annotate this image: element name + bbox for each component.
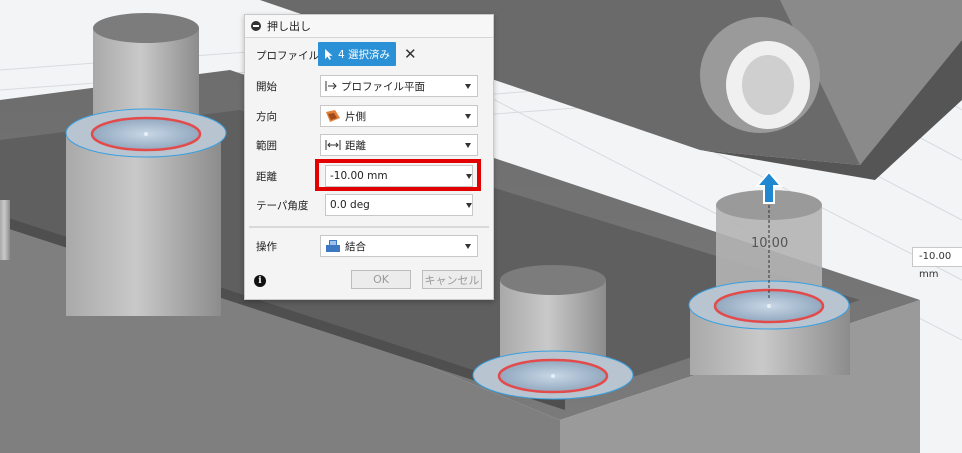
start-dropdown[interactable]: プロファイル平面 bbox=[320, 75, 478, 97]
dialog-title: 押し出し bbox=[267, 20, 311, 33]
ok-button[interactable]: OK bbox=[351, 270, 411, 289]
cursor-icon bbox=[324, 48, 333, 60]
extrude-dialog: 押し出し プロファイル 4 選択済み ✕ 開始 プロファイル平面 方向 片側 範… bbox=[244, 14, 494, 300]
info-icon[interactable]: i bbox=[254, 275, 266, 287]
row-direction: 方向 片側 bbox=[245, 103, 493, 129]
row-extent: 範囲 距離 bbox=[245, 132, 493, 158]
divider bbox=[249, 226, 489, 228]
extent-value: 距離 bbox=[345, 139, 366, 152]
operation-label: 操作 bbox=[256, 240, 277, 253]
taper-input[interactable]: 0.0 deg bbox=[325, 194, 473, 216]
chevron-down-icon bbox=[465, 84, 471, 89]
boss-cylinder-edge bbox=[0, 200, 10, 260]
direction-icon bbox=[326, 110, 340, 122]
dimension-label: 10.00 bbox=[751, 236, 789, 251]
profile-select-button[interactable]: 4 選択済み bbox=[318, 42, 396, 66]
row-profile: プロファイル 4 選択済み ✕ bbox=[245, 42, 493, 68]
distance-highlight-frame bbox=[315, 159, 481, 191]
collapse-icon[interactable] bbox=[251, 21, 261, 31]
dialog-header[interactable]: 押し出し bbox=[245, 15, 493, 38]
cancel-button[interactable]: キャンセル bbox=[422, 270, 482, 289]
start-label: 開始 bbox=[256, 80, 277, 93]
combine-icon bbox=[326, 240, 340, 252]
profile-select-label: 4 選択済み bbox=[337, 48, 391, 61]
operation-dropdown[interactable]: 結合 bbox=[320, 235, 478, 257]
extent-distance-icon bbox=[325, 140, 341, 150]
dimension-input[interactable]: -10.00 mm bbox=[912, 247, 962, 280]
direction-value: 片側 bbox=[345, 110, 366, 123]
direction-dropdown[interactable]: 片側 bbox=[320, 105, 478, 127]
chevron-down-icon bbox=[465, 143, 471, 148]
chevron-down-icon bbox=[465, 114, 471, 119]
distance-label: 距離 bbox=[256, 170, 277, 183]
close-icon[interactable]: ✕ bbox=[404, 45, 417, 63]
extent-label: 範囲 bbox=[256, 139, 277, 152]
extent-dropdown[interactable]: 距離 bbox=[320, 134, 478, 156]
row-operation: 操作 結合 bbox=[245, 233, 493, 259]
profile-label: プロファイル bbox=[256, 49, 319, 62]
operation-value: 結合 bbox=[345, 240, 366, 253]
row-taper: テーパ角度 0.0 deg bbox=[245, 192, 493, 218]
direction-label: 方向 bbox=[256, 110, 277, 123]
taper-label: テーパ角度 bbox=[256, 199, 309, 212]
chevron-down-icon bbox=[465, 244, 471, 249]
chevron-down-icon[interactable] bbox=[466, 203, 472, 208]
start-plane-icon bbox=[325, 81, 337, 91]
start-value: プロファイル平面 bbox=[341, 80, 425, 93]
row-start: 開始 プロファイル平面 bbox=[245, 73, 493, 99]
